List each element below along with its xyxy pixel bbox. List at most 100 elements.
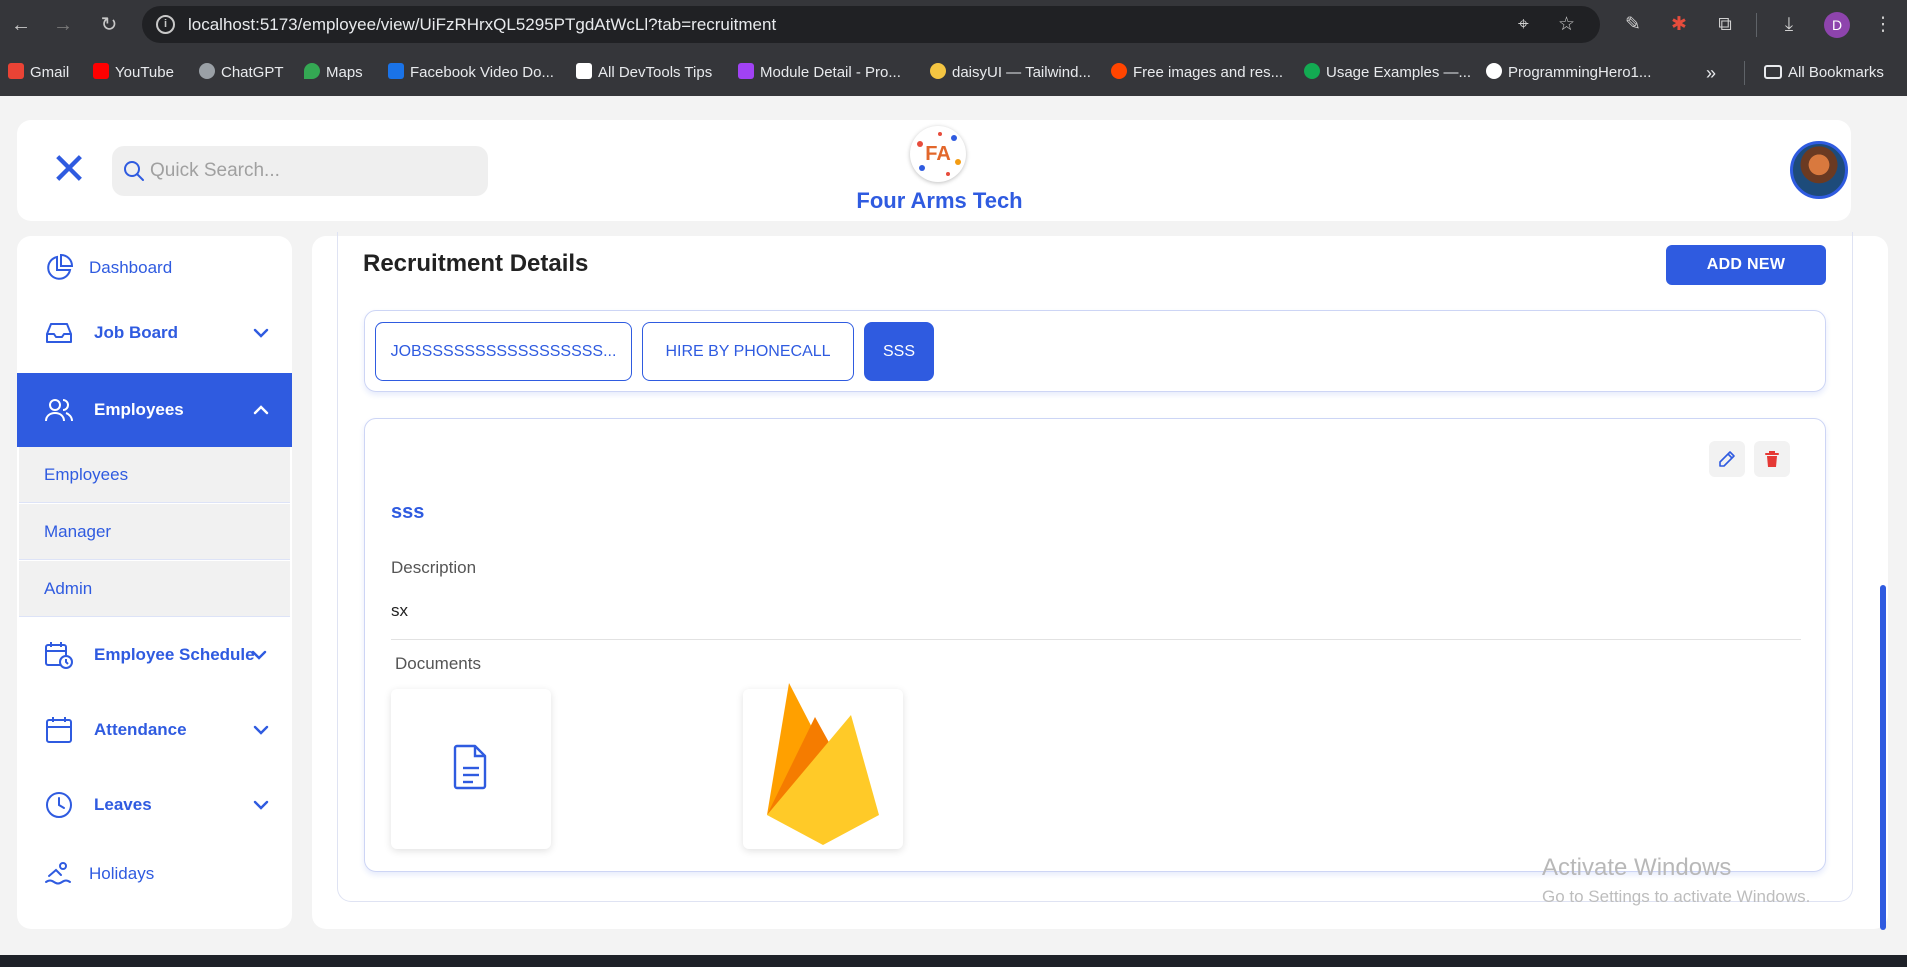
- eyedropper-extension-icon[interactable]: ✎: [1620, 12, 1646, 38]
- svg-text:FA: FA: [925, 143, 951, 165]
- sidebar-item-employees[interactable]: Employees: [17, 373, 292, 447]
- chevron-up-icon: [253, 405, 269, 415]
- sidebar-subitem-manager[interactable]: Manager: [19, 504, 290, 560]
- toolbar-separator: [1756, 13, 1757, 37]
- sidebar-item-employee-schedule[interactable]: Employee Schedule: [17, 625, 292, 685]
- bookmark-daisyui[interactable]: daisyUI — Tailwind...: [930, 62, 1091, 84]
- description-value: sx: [391, 601, 408, 620]
- trash-icon: [1765, 451, 1779, 467]
- sidebar-subitem-employees[interactable]: Employees: [19, 447, 290, 503]
- youtube-icon: [93, 63, 109, 79]
- bookmark-facebook-video[interactable]: Facebook Video Do...: [388, 62, 554, 84]
- sidebar-item-dashboard[interactable]: Dashboard: [17, 238, 292, 298]
- sidebar-subitem-admin[interactable]: Admin: [19, 561, 290, 617]
- bookmarks-bar: Gmail YouTube ChatGPT Maps Facebook Vide…: [0, 50, 1907, 96]
- forward-arrow-icon[interactable]: →: [50, 12, 76, 38]
- search-box[interactable]: [112, 146, 488, 196]
- bookmark-programming-hero[interactable]: ProgrammingHero1...: [1486, 62, 1651, 84]
- bookmark-usage-examples[interactable]: Usage Examples —...: [1304, 62, 1471, 84]
- chevron-down-icon: [253, 800, 269, 810]
- clock-icon: [46, 792, 72, 818]
- description-label: Description: [391, 558, 477, 577]
- reload-icon[interactable]: ↻: [96, 12, 122, 38]
- sidebar-item-leaves[interactable]: Leaves: [17, 775, 292, 835]
- pencil-icon: [1719, 451, 1735, 467]
- bookmark-devtools-tips[interactable]: All DevTools Tips: [576, 62, 712, 84]
- gmail-icon: [8, 63, 24, 79]
- folder-icon: [1764, 65, 1782, 79]
- tab-hire-by-phonecall[interactable]: HIRE BY PHONECALL: [642, 322, 854, 381]
- extensions-puzzle-icon[interactable]: ⧉: [1712, 12, 1738, 38]
- all-bookmarks[interactable]: All Bookmarks: [1764, 62, 1884, 84]
- browser-toolbar: ← → ↻ i localhost:5173/employee/view/UiF…: [0, 0, 1907, 50]
- bookmark-separator: [1744, 61, 1745, 85]
- url-text[interactable]: localhost:5173/employee/view/UiFzRHrxQL5…: [188, 15, 776, 35]
- chatgpt-icon: [199, 63, 215, 79]
- delete-button[interactable]: [1754, 441, 1790, 477]
- close-sidebar-icon[interactable]: ✕: [43, 144, 95, 196]
- sidebar-item-job-board[interactable]: Job Board: [17, 303, 292, 363]
- sidebar-item-holidays[interactable]: Holidays: [17, 844, 292, 904]
- sidebar-item-label: Employees: [94, 400, 184, 419]
- app-header: ✕ FA Four Arms Tech: [17, 120, 1851, 221]
- user-avatar[interactable]: [1790, 141, 1848, 199]
- location-pin-icon[interactable]: ⌖: [1518, 15, 1529, 34]
- windows-activation-title: Activate Windows: [1542, 854, 1732, 881]
- play-icon: [738, 63, 754, 79]
- swimmer-icon: [45, 862, 71, 885]
- sidebar: Dashboard Job Board Employees Employees …: [17, 236, 292, 929]
- inbox-icon: [46, 323, 72, 343]
- calendar-icon: [46, 717, 72, 743]
- firebase-logo-icon: [767, 683, 879, 845]
- download-arrow-icon: [388, 63, 404, 79]
- bookmark-maps[interactable]: Maps: [304, 62, 363, 84]
- bookmark-module-detail[interactable]: Module Detail - Pro...: [738, 62, 901, 84]
- sidebar-item-label: Employee Schedule: [94, 645, 255, 664]
- more-bookmarks-icon[interactable]: »: [1706, 62, 1716, 84]
- bookmark-star-icon[interactable]: ☆: [1558, 15, 1575, 34]
- sidebar-item-label: Job Board: [94, 323, 179, 342]
- extension-icon[interactable]: ✱: [1666, 12, 1692, 38]
- download-icon[interactable]: ⤓: [1776, 12, 1802, 38]
- bookmark-youtube[interactable]: YouTube: [93, 62, 174, 84]
- page-title: Recruitment Details: [363, 250, 589, 277]
- maps-pin-icon: [304, 63, 320, 79]
- sidebar-item-label: Attendance: [94, 720, 187, 739]
- bookmark-chatgpt[interactable]: ChatGPT: [199, 62, 284, 84]
- address-bar[interactable]: i localhost:5173/employee/view/UiFzRHrxQ…: [142, 6, 1600, 43]
- menu-kebab-icon[interactable]: ⋮: [1870, 12, 1896, 38]
- profile-avatar[interactable]: D: [1824, 12, 1850, 38]
- main-panel: Recruitment Details ADD NEW JOBSSSSSSSSS…: [312, 232, 1888, 929]
- bookmark-gmail[interactable]: Gmail: [8, 62, 69, 84]
- document-file-icon: [453, 744, 487, 790]
- brand-name: Four Arms Tech: [856, 188, 1023, 213]
- recruitment-card: sss Description sx Documents: [364, 418, 1826, 872]
- image-site-icon: [1111, 63, 1127, 79]
- tab-jobs[interactable]: JOBSSSSSSSSSSSSSSSSS...: [375, 322, 632, 381]
- edit-button[interactable]: [1709, 441, 1745, 477]
- pie-chart-icon: [47, 253, 74, 280]
- tab-sss[interactable]: SSS: [864, 322, 934, 381]
- bookmark-free-images[interactable]: Free images and res...: [1111, 62, 1283, 84]
- calendar-clock-icon: [45, 642, 73, 669]
- back-arrow-icon[interactable]: ←: [8, 12, 34, 38]
- search-input[interactable]: [150, 156, 470, 186]
- divider: [391, 639, 1801, 640]
- windows-activation-subtitle: Go to Settings to activate Windows.: [1542, 887, 1811, 906]
- chevron-down-icon: [251, 650, 267, 660]
- recruitment-title: sss: [391, 501, 425, 523]
- sidebar-item-label: Dashboard: [89, 258, 173, 277]
- document-tile[interactable]: [391, 689, 551, 849]
- add-new-button[interactable]: ADD NEW: [1666, 245, 1826, 285]
- document-tile-image[interactable]: [743, 683, 903, 849]
- sidebar-item-attendance[interactable]: Attendance: [17, 700, 292, 760]
- logo-graphic: FA: [917, 132, 961, 176]
- users-icon: [45, 399, 73, 422]
- sidebar-item-label: Holidays: [89, 864, 155, 883]
- os-taskbar: [0, 955, 1907, 967]
- company-logo[interactable]: FA: [910, 126, 966, 182]
- sidebar-item-label: Leaves: [94, 795, 152, 814]
- recruitment-tabs: JOBSSSSSSSSSSSSSSSSS... HIRE BY PHONECAL…: [364, 310, 1826, 392]
- site-info-icon[interactable]: i: [156, 15, 175, 34]
- scrollbar[interactable]: [1880, 585, 1886, 930]
